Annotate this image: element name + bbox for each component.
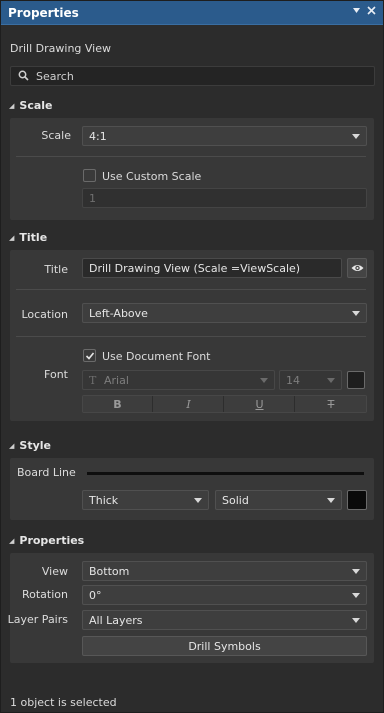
divider: [16, 289, 366, 290]
visibility-toggle-button[interactable]: [347, 258, 367, 278]
chevron-down-icon: [352, 134, 360, 139]
chevron-down-icon: [352, 569, 360, 574]
layer-pairs-dropdown[interactable]: All Layers: [82, 610, 367, 630]
object-type-label: Drill Drawing View: [10, 42, 111, 55]
properties-section-header[interactable]: ◢ Properties: [9, 534, 84, 547]
font-format-toolbar: B I U T: [82, 395, 367, 413]
title-label: Title: [44, 263, 68, 276]
use-custom-scale-label: Use Custom Scale: [102, 170, 202, 183]
font-size-value: 14: [286, 374, 300, 387]
line-style-dropdown[interactable]: Solid: [215, 490, 342, 510]
custom-scale-value: 1: [89, 192, 96, 205]
line-style-value: Solid: [222, 494, 249, 507]
font-label: Font: [44, 368, 68, 381]
board-line-label: Board Line: [17, 466, 76, 479]
custom-scale-input[interactable]: 1: [82, 188, 367, 208]
chevron-down-icon: [327, 498, 335, 503]
rotation-dropdown[interactable]: 0°: [82, 585, 367, 605]
scale-value: 4:1: [89, 130, 107, 143]
board-line-preview: [87, 472, 364, 475]
collapse-triangle-icon: ◢: [9, 102, 15, 110]
location-label: Location: [21, 308, 68, 321]
style-section-header[interactable]: ◢ Style: [9, 439, 51, 452]
use-document-font-checkbox[interactable]: [83, 349, 96, 362]
scale-section-header[interactable]: ◢ Scale: [9, 99, 53, 112]
italic-button[interactable]: I: [154, 396, 224, 412]
chevron-down-icon: [352, 311, 360, 316]
location-dropdown[interactable]: Left-Above: [82, 303, 367, 323]
properties-panel: Properties Drill Drawing View Search ◢ Sc…: [0, 0, 384, 713]
font-color-swatch[interactable]: [347, 371, 365, 389]
scale-section-title: Scale: [19, 99, 53, 112]
rotation-value: 0°: [89, 589, 102, 602]
selection-status: 1 object is selected: [10, 696, 117, 709]
collapse-triangle-icon: ◢: [9, 234, 15, 242]
rotation-label: Rotation: [21, 588, 68, 601]
panel-title: Properties: [8, 6, 79, 20]
strikethrough-button[interactable]: T: [296, 396, 366, 412]
properties-section-title: Properties: [19, 534, 85, 547]
font-name-dropdown[interactable]: T Arial: [82, 370, 275, 390]
font-size-dropdown[interactable]: 14: [279, 370, 342, 390]
search-placeholder: Search: [36, 70, 74, 83]
collapse-triangle-icon: ◢: [9, 442, 15, 450]
panel-titlebar: Properties: [1, 1, 383, 25]
layer-pairs-value: All Layers: [89, 614, 143, 627]
layer-pairs-label: Layer Pairs: [7, 613, 68, 626]
underline-button[interactable]: U: [225, 396, 295, 412]
bold-button[interactable]: B: [83, 396, 153, 412]
chevron-down-icon: [352, 618, 360, 623]
title-section-title: Title: [19, 231, 48, 244]
style-section-title: Style: [19, 439, 51, 452]
view-label: View: [41, 565, 68, 578]
chevron-down-icon: [260, 378, 268, 383]
divider: [16, 336, 366, 337]
line-weight-value: Thick: [89, 494, 119, 507]
location-value: Left-Above: [89, 307, 148, 320]
font-name-value: Arial: [104, 374, 129, 387]
search-input[interactable]: Search: [10, 66, 375, 86]
chevron-down-icon: [352, 593, 360, 598]
line-color-swatch[interactable]: [347, 490, 367, 510]
collapse-triangle-icon: ◢: [9, 537, 15, 545]
pin-icon[interactable]: [352, 5, 361, 18]
view-dropdown[interactable]: Bottom: [82, 561, 367, 581]
use-document-font-label: Use Document Font: [102, 350, 211, 363]
search-icon: [18, 70, 29, 84]
checkmark-icon: [85, 352, 95, 360]
scale-label: Scale: [41, 129, 71, 142]
divider: [16, 156, 366, 157]
scale-dropdown[interactable]: 4:1: [82, 126, 367, 146]
chevron-down-icon: [327, 378, 335, 383]
eye-icon: [351, 263, 364, 276]
title-value: Drill Drawing View (Scale =ViewScale): [89, 262, 301, 275]
use-custom-scale-checkbox[interactable]: [83, 169, 96, 182]
view-value: Bottom: [89, 565, 130, 578]
line-weight-dropdown[interactable]: Thick: [82, 490, 209, 510]
drill-symbols-button[interactable]: Drill Symbols: [82, 636, 367, 656]
chevron-down-icon: [194, 498, 202, 503]
font-type-icon: T: [89, 374, 97, 387]
close-icon[interactable]: [367, 5, 376, 18]
title-section-header[interactable]: ◢ Title: [9, 231, 47, 244]
title-input[interactable]: Drill Drawing View (Scale =ViewScale): [82, 258, 342, 278]
drill-symbols-label: Drill Symbols: [188, 640, 261, 653]
